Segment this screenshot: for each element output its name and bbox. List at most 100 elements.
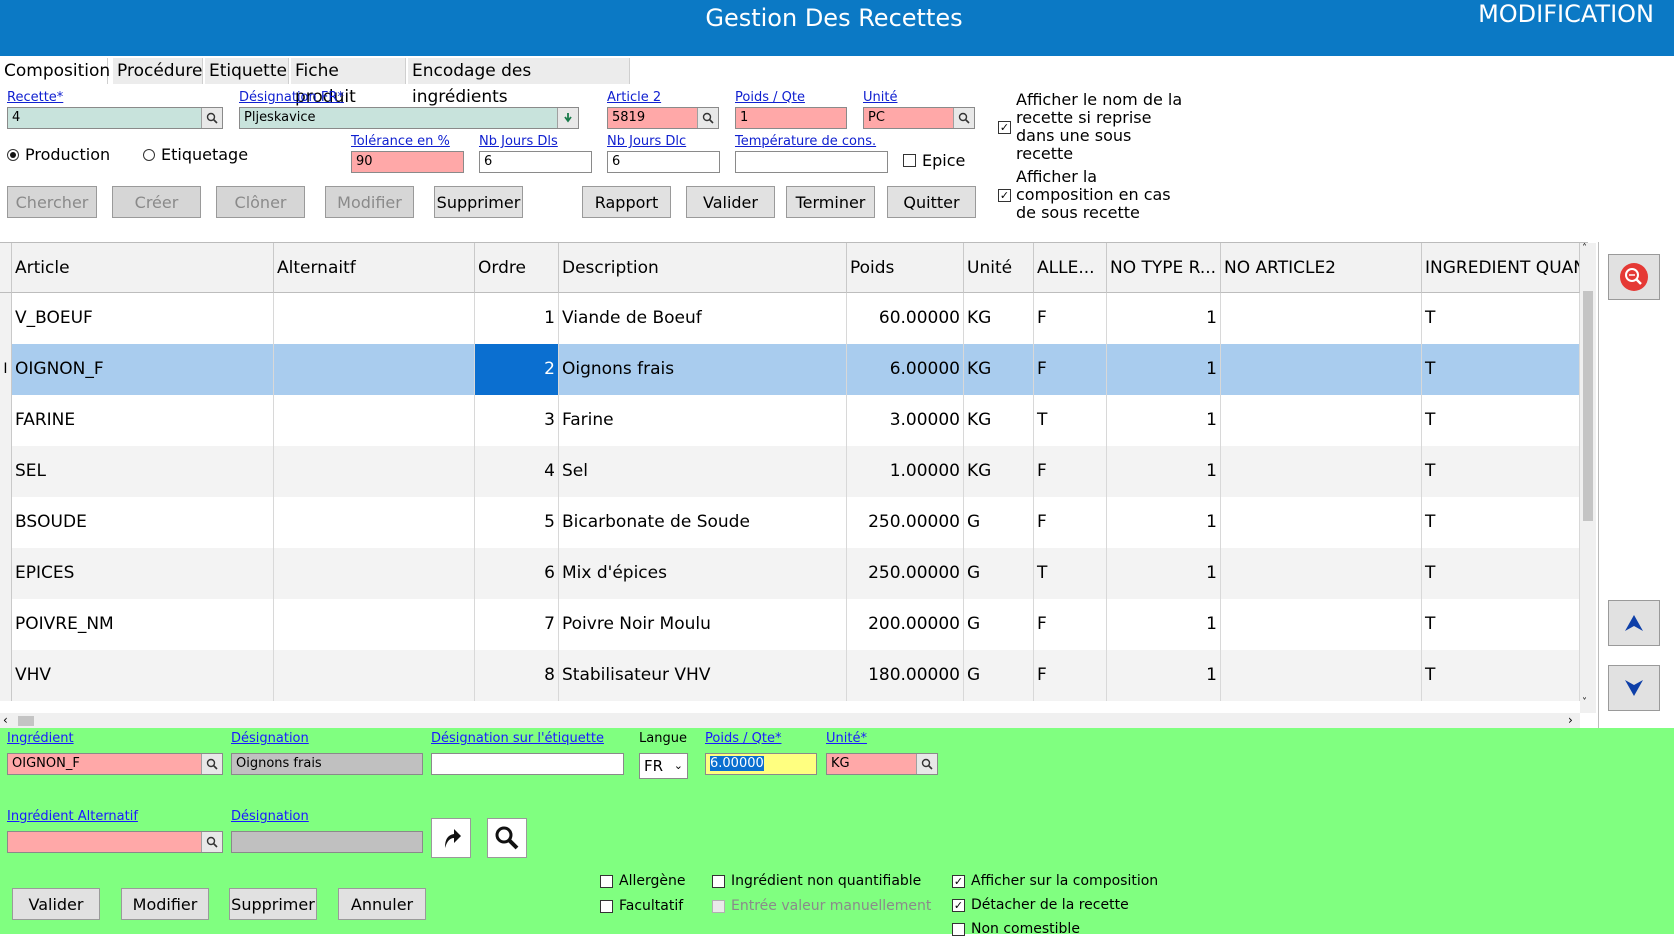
replace-ingredient-button[interactable] — [431, 818, 471, 858]
check-afficher-composition[interactable]: ✓ Afficher la composition en cas de sous… — [998, 168, 1188, 222]
cell-ingq[interactable]: T — [1422, 599, 1580, 650]
tab-etiquette[interactable]: Etiquette — [205, 58, 289, 84]
poids-label[interactable]: Poids / Qte — [735, 90, 805, 105]
move-down-button[interactable] — [1608, 665, 1660, 711]
filter-search-button[interactable] — [1608, 254, 1660, 300]
row-selector[interactable] — [0, 293, 12, 344]
tab-composition[interactable]: Composition — [0, 58, 110, 84]
row-selector[interactable] — [0, 548, 12, 599]
search-icon[interactable] — [916, 754, 937, 774]
detail-designation-label[interactable]: Désignation — [231, 731, 309, 746]
cell-unite[interactable]: KG — [964, 293, 1034, 344]
table-row[interactable]: VHV 8 Stabilisateur VHV 180.00000 G F 1 T — [0, 650, 1580, 701]
cell-noart[interactable] — [1221, 548, 1422, 599]
column-header-no-article2[interactable]: NO ARTICLE2 — [1221, 243, 1422, 293]
alt-designation-label[interactable]: Désignation — [231, 809, 309, 824]
creer-button[interactable]: Créer — [112, 186, 201, 218]
nb-jours-dlc-label[interactable]: Nb Jours Dlc — [607, 134, 686, 149]
ingredient-field[interactable]: OIGNON_F — [7, 753, 223, 775]
cell-alt[interactable] — [274, 344, 475, 395]
tab-encodage-ingredients[interactable]: Encodage des ingrédients — [408, 58, 630, 107]
radio-etiquetage[interactable]: Etiquetage — [143, 145, 248, 164]
cell-noart[interactable] — [1221, 446, 1422, 497]
cell-ingq[interactable]: T — [1422, 548, 1580, 599]
cell-article[interactable]: VHV — [12, 650, 274, 701]
cell-alle[interactable]: T — [1034, 395, 1107, 446]
terminer-button[interactable]: Terminer — [786, 186, 875, 218]
detail-supprimer-button[interactable]: Supprimer — [229, 888, 317, 920]
cell-poids[interactable]: 3.00000 — [847, 395, 964, 446]
ingredient-alternatif-field[interactable] — [7, 831, 223, 853]
cell-noart[interactable] — [1221, 395, 1422, 446]
cell-ordre[interactable]: 1 — [475, 293, 559, 344]
cell-unite[interactable]: KG — [964, 344, 1034, 395]
modifier-button[interactable]: Modifier — [325, 186, 414, 218]
poids-field[interactable]: 1 — [735, 107, 847, 129]
radio-production[interactable]: Production — [7, 145, 110, 164]
ingredient-label[interactable]: Ingrédient — [7, 731, 74, 746]
cell-ordre[interactable]: 2 — [475, 344, 559, 395]
row-selector[interactable] — [0, 497, 12, 548]
cell-alle[interactable]: F — [1034, 344, 1107, 395]
cell-unite[interactable]: G — [964, 650, 1034, 701]
cell-desc[interactable]: Bicarbonate de Soude — [559, 497, 847, 548]
cell-poids[interactable]: 200.00000 — [847, 599, 964, 650]
cell-ingq[interactable]: T — [1422, 344, 1580, 395]
non-quantifiable-checkbox[interactable]: Ingrédient non quantifiable — [712, 873, 921, 889]
search-icon[interactable] — [201, 754, 222, 774]
row-selector[interactable] — [0, 650, 12, 701]
table-row[interactable]: I OIGNON_F 2 Oignons frais 6.00000 KG F 1 T — [0, 344, 1580, 395]
scroll-right-icon[interactable]: › — [1568, 713, 1573, 727]
cell-desc[interactable]: Farine — [559, 395, 847, 446]
table-row[interactable]: BSOUDE 5 Bicarbonate de Soude 250.00000 G F 1 T — [0, 497, 1580, 548]
cell-ingq[interactable]: T — [1422, 650, 1580, 701]
quitter-button[interactable]: Quitter — [887, 186, 976, 218]
row-selector[interactable]: I — [0, 344, 12, 395]
cell-unite[interactable]: KG — [964, 446, 1034, 497]
cell-ordre[interactable]: 6 — [475, 548, 559, 599]
cell-article[interactable]: POIVRE_NM — [12, 599, 274, 650]
cell-unite[interactable]: G — [964, 548, 1034, 599]
langue-select[interactable]: FR ⌄ — [639, 753, 688, 779]
column-header-allergene[interactable]: ALLE... — [1034, 243, 1107, 293]
tolerance-field[interactable]: 90 — [351, 151, 464, 173]
valider-button[interactable]: Valider — [686, 186, 775, 218]
nb-jours-dls-field[interactable]: 6 — [479, 151, 592, 173]
cell-article[interactable]: EPICES — [12, 548, 274, 599]
rapport-button[interactable]: Rapport — [582, 186, 671, 218]
cell-noart[interactable] — [1221, 293, 1422, 344]
cell-alt[interactable] — [274, 599, 475, 650]
cell-ordre[interactable]: 5 — [475, 497, 559, 548]
non-comestible-checkbox[interactable]: Non comestible — [952, 921, 1080, 937]
cell-unite[interactable]: G — [964, 497, 1034, 548]
nb-jours-dlc-field[interactable]: 6 — [607, 151, 720, 173]
vertical-scrollbar[interactable]: ˄ ˅ — [1580, 243, 1596, 713]
cell-poids[interactable]: 180.00000 — [847, 650, 964, 701]
cell-poids[interactable]: 250.00000 — [847, 497, 964, 548]
detail-annuler-button[interactable]: Annuler — [338, 888, 426, 920]
cell-alle[interactable]: T — [1034, 548, 1107, 599]
table-row[interactable]: EPICES 6 Mix d'épices 250.00000 G T 1 T — [0, 548, 1580, 599]
epice-checkbox[interactable]: Epice — [903, 151, 965, 170]
translate-icon[interactable] — [557, 108, 578, 128]
detail-modifier-button[interactable]: Modifier — [121, 888, 209, 920]
row-selector[interactable] — [0, 446, 12, 497]
article2-field[interactable]: 5819 — [607, 107, 719, 129]
cell-unite[interactable]: G — [964, 599, 1034, 650]
cell-article[interactable]: OIGNON_F — [12, 344, 274, 395]
column-header-ordre[interactable]: Ordre — [475, 243, 559, 293]
cell-desc[interactable]: Sel — [559, 446, 847, 497]
supprimer-button[interactable]: Supprimer — [434, 186, 523, 218]
article2-label[interactable]: Article 2 — [607, 90, 661, 105]
horizontal-scrollbar[interactable]: ‹ › — [0, 713, 1580, 729]
cell-alle[interactable]: F — [1034, 650, 1107, 701]
detail-unite-field[interactable]: KG — [826, 753, 938, 775]
table-row[interactable]: V_BOEUF 1 Viande de Boeuf 60.00000 KG F 1 T — [0, 293, 1580, 344]
search-icon[interactable] — [697, 108, 718, 128]
detail-poids-label[interactable]: Poids / Qte* — [705, 731, 781, 746]
nb-jours-dls-label[interactable]: Nb Jours Dls — [479, 134, 558, 149]
tab-procedure[interactable]: Procédure — [113, 58, 203, 84]
entree-manuelle-checkbox[interactable]: Entrée valeur manuellement — [712, 898, 931, 914]
cell-desc[interactable]: Oignons frais — [559, 344, 847, 395]
cell-poids[interactable]: 250.00000 — [847, 548, 964, 599]
